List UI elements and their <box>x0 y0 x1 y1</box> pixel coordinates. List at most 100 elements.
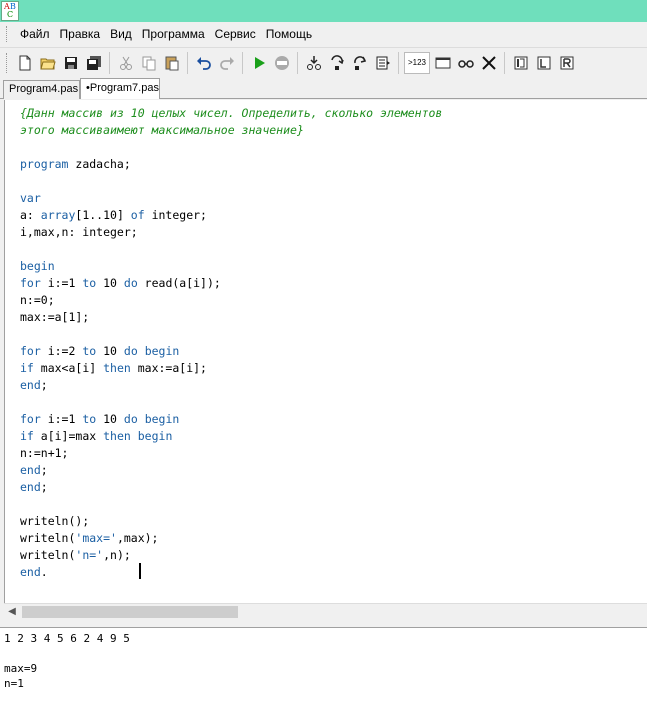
run-to-cursor-button[interactable] <box>371 51 394 75</box>
code-line: if max<a[i] then max:=a[i]; <box>20 360 442 377</box>
toolbar-separator <box>504 51 505 74</box>
console-button[interactable] <box>431 51 454 75</box>
code-token: program <box>20 157 69 171</box>
toolbar-separator <box>187 51 188 74</box>
code-token: ; <box>40 463 48 477</box>
code-line: writeln(); <box>20 513 442 530</box>
watch-button[interactable] <box>454 51 477 75</box>
menu-program[interactable]: Программа <box>137 23 210 45</box>
undo-button[interactable] <box>192 51 215 75</box>
code-token: begin <box>144 344 180 358</box>
tab-program7[interactable]: •Program7.pas <box>80 78 160 99</box>
close-button[interactable] <box>477 51 500 75</box>
code-line: {Данн массив из 10 целых чисел. Определи… <box>20 105 442 122</box>
close-icon <box>481 55 496 70</box>
panel-splitter[interactable] <box>0 620 647 628</box>
code-token: i,max,n: integer; <box>20 225 138 239</box>
code-token: to <box>82 412 97 426</box>
console-icon <box>435 57 450 68</box>
code-token: read(a[i]); <box>137 276 221 290</box>
code-token: i:=2 <box>40 344 83 358</box>
stop-button[interactable] <box>270 51 293 75</box>
code-token: a: <box>20 208 41 222</box>
step-over-icon <box>330 54 344 70</box>
save-all-button[interactable] <box>82 51 105 75</box>
menu-view[interactable]: Вид <box>105 23 137 45</box>
toolbar-separator <box>109 51 110 74</box>
code-token: for <box>20 344 41 358</box>
run-icon-2 <box>560 56 573 69</box>
title-bar: A B C <box>0 0 647 22</box>
code-area[interactable]: {Данн массив из 10 целых чисел. Определи… <box>20 105 442 581</box>
code-token: for <box>20 412 41 426</box>
code-token: then <box>103 429 131 443</box>
run-button[interactable] <box>247 51 270 75</box>
code-token: a[i]=max <box>33 429 104 443</box>
code-line: end; <box>20 377 442 394</box>
code-token: end <box>20 480 41 494</box>
run-to-cursor-icon <box>376 56 390 69</box>
new-file-button[interactable] <box>13 51 36 75</box>
step-into-button[interactable] <box>302 51 325 75</box>
code-line: end. <box>20 564 442 581</box>
code-token: n:=n+1; <box>20 446 69 460</box>
debug-button[interactable] <box>509 51 532 75</box>
copy-icon <box>142 56 155 70</box>
paste-button[interactable] <box>160 51 183 75</box>
code-token: of <box>130 208 145 222</box>
toolbar-grip[interactable] <box>6 52 9 73</box>
code-token: ; <box>40 480 48 494</box>
save-button[interactable] <box>59 51 82 75</box>
code-token: zadacha; <box>68 157 131 171</box>
save-all-icon <box>86 55 101 70</box>
menu-help[interactable]: Помощь <box>261 23 317 45</box>
menu-edit[interactable]: Правка <box>55 23 106 45</box>
code-token: do <box>123 276 138 290</box>
open-button[interactable] <box>36 51 59 75</box>
code-token: max:=a[i]; <box>130 361 207 375</box>
code-line: end; <box>20 479 442 496</box>
code-token: max:=a[1]; <box>20 310 90 324</box>
output-panel: 1 2 3 4 5 6 2 4 9 5 max=9 n=1 <box>0 628 647 708</box>
step-into-icon <box>306 55 321 70</box>
code-token: var <box>20 191 41 205</box>
code-editor[interactable]: {Данн массив из 10 целых чисел. Определи… <box>4 100 647 603</box>
redo-button[interactable] <box>215 51 238 75</box>
new-file-icon <box>19 55 30 70</box>
code-token: to <box>82 344 97 358</box>
open-folder-icon <box>39 58 56 69</box>
step-out-button[interactable] <box>348 51 371 75</box>
copy-button[interactable] <box>137 51 160 75</box>
layout-icon <box>537 56 550 69</box>
cut-icon <box>119 56 132 70</box>
layout-button[interactable] <box>532 51 555 75</box>
code-token: ,max); <box>116 531 159 545</box>
app-icon[interactable]: A B C <box>1 1 19 21</box>
code-token: to <box>82 276 97 290</box>
undo-icon <box>196 56 211 70</box>
menu-tools[interactable]: Сервис <box>210 23 261 45</box>
code-line: этого массиваимеют максимальное значение… <box>20 122 442 139</box>
cut-button[interactable] <box>114 51 137 75</box>
code-line: for i:=2 to 10 do begin <box>20 343 442 360</box>
code-token: end <box>20 565 41 579</box>
step-over-button[interactable] <box>325 51 348 75</box>
scroll-thumb[interactable] <box>22 606 238 618</box>
code-token: n:=0; <box>20 293 55 307</box>
tab-program4[interactable]: Program4.pas <box>3 80 80 99</box>
run-icon <box>254 56 265 69</box>
menu-file[interactable]: Файл <box>15 23 55 45</box>
eval-counter-button[interactable]: >123 <box>404 51 430 74</box>
code-line: var <box>20 190 442 207</box>
output-line: n=1 <box>4 677 24 690</box>
scroll-left-icon[interactable]: ◀ <box>6 606 18 618</box>
menu-grip[interactable] <box>6 26 9 42</box>
code-line: begin <box>20 258 442 275</box>
horizontal-scrollbar[interactable]: ◀ <box>4 603 647 620</box>
run-alt-button[interactable] <box>555 51 578 75</box>
code-token: [1..10] <box>75 208 131 222</box>
